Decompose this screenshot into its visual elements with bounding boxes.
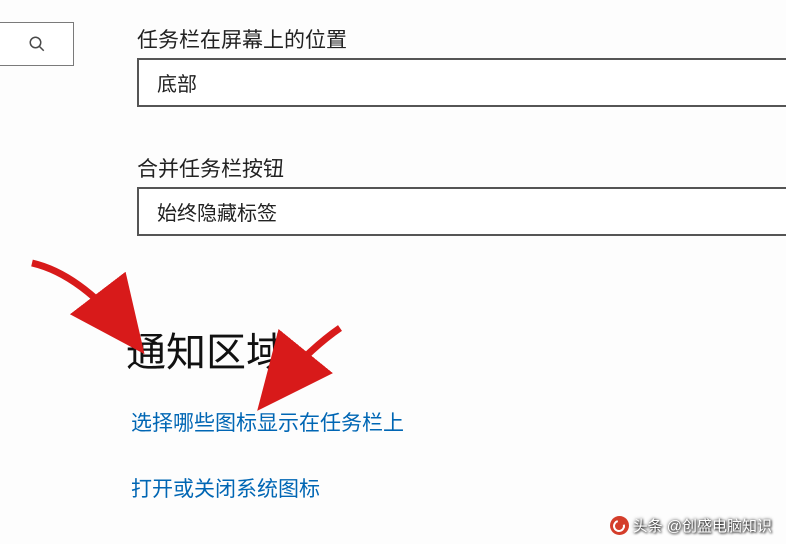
- taskbar-position-label: 任务栏在屏幕上的位置: [137, 24, 347, 54]
- combine-buttons-value: 始终隐藏标签: [157, 197, 277, 226]
- combine-buttons-label: 合并任务栏按钮: [137, 153, 284, 183]
- watermark-logo-icon: [610, 516, 629, 535]
- taskbar-position-value: 底部: [157, 68, 197, 97]
- search-icon: [28, 35, 46, 53]
- watermark-text: 头条 @创盛电脑知识: [633, 515, 772, 536]
- watermark: 头条 @创盛电脑知识: [610, 515, 772, 536]
- taskbar-position-dropdown[interactable]: 底部: [137, 58, 786, 107]
- combine-buttons-dropdown[interactable]: 始终隐藏标签: [137, 187, 786, 236]
- notification-area-heading: 通知区域: [126, 320, 286, 378]
- system-icons-link[interactable]: 打开或关闭系统图标: [131, 473, 320, 503]
- select-icons-link[interactable]: 选择哪些图标显示在任务栏上: [131, 407, 404, 437]
- search-input[interactable]: [0, 22, 74, 66]
